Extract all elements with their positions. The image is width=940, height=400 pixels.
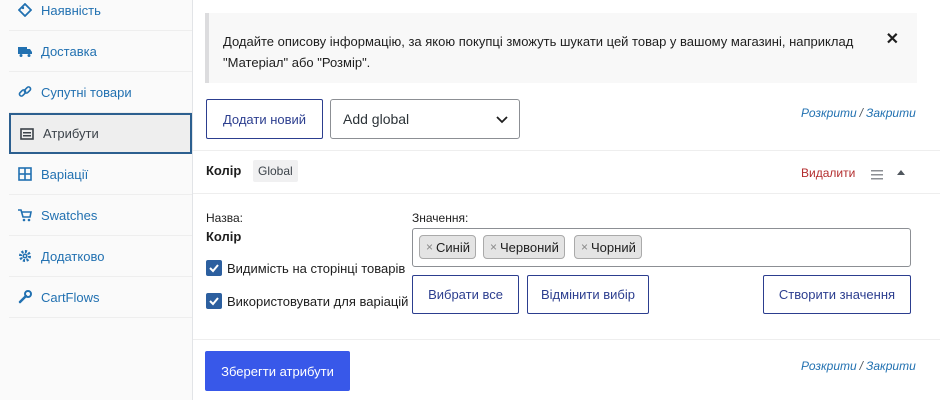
values-tag-input[interactable]: × Синій × Червоний × Чорний <box>412 228 911 267</box>
divider <box>193 193 940 194</box>
drag-handle-icon[interactable] <box>871 170 883 180</box>
add-global-select[interactable]: Add global <box>330 99 520 139</box>
sidebar-item-inventory[interactable]: Наявність <box>9 0 192 31</box>
sidebar-item-shipping[interactable]: Доставка <box>9 31 192 72</box>
value-tag: × Синій <box>419 235 476 259</box>
global-badge: Global <box>253 160 298 182</box>
name-label: Назва: <box>206 211 243 225</box>
expand-collapse-links-top: Розкрити / Закрити <box>801 106 916 120</box>
sidebar-item-label: Доставка <box>41 43 97 59</box>
product-data-sidebar: Наявність Доставка Супутні товари Атрибу… <box>0 0 193 400</box>
divider <box>193 150 940 151</box>
attribute-title: Колір <box>206 163 242 178</box>
info-notice: Додайте описову інформацію, за якою поку… <box>205 13 917 83</box>
cart-icon <box>18 208 32 222</box>
separator: / <box>859 359 864 373</box>
remove-tag-icon[interactable]: × <box>581 240 588 254</box>
sidebar-item-label: Варіації <box>41 166 89 182</box>
used-for-variations-checkbox-row[interactable]: Використовувати для варіацій <box>206 293 408 309</box>
gear-icon <box>18 249 32 263</box>
values-label: Значення: <box>412 211 469 225</box>
diamond-icon <box>18 3 32 17</box>
check-icon <box>209 297 219 306</box>
save-attributes-button[interactable]: Зберегти атрибути <box>205 351 350 391</box>
sidebar-item-label: Наявність <box>41 2 101 18</box>
value-tag-label: Чорний <box>591 239 636 255</box>
attributes-panel: Додайте описову інформацію, за якою поку… <box>193 0 940 400</box>
value-tag-label: Червоний <box>500 239 559 255</box>
remove-tag-icon[interactable]: × <box>490 240 497 254</box>
collapse-link[interactable]: Закрити <box>866 106 916 120</box>
visible-on-page-label: Видимість на сторінці товарів <box>227 260 406 276</box>
expand-collapse-links-bottom: Розкрити / Закрити <box>801 359 916 373</box>
collapse-link[interactable]: Закрити <box>866 359 916 373</box>
value-tag: × Чорний <box>574 235 642 259</box>
create-value-button[interactable]: Створити значення <box>763 275 911 314</box>
used-for-variations-label: Використовувати для варіацій <box>227 293 409 309</box>
name-value: Колір <box>206 229 242 244</box>
visible-on-page-checkbox[interactable] <box>206 260 222 276</box>
check-icon <box>209 264 219 273</box>
value-tag-label: Синій <box>436 239 470 255</box>
close-icon[interactable]: ✕ <box>886 29 899 50</box>
separator: / <box>859 106 864 120</box>
sidebar-item-variations[interactable]: Варіації <box>9 154 192 195</box>
delete-link[interactable]: Видалити <box>801 166 855 180</box>
select-all-button[interactable]: Вибрати все <box>412 275 519 314</box>
chevron-down-icon <box>496 116 508 124</box>
remove-tag-icon[interactable]: × <box>426 240 433 254</box>
link-icon <box>18 85 32 99</box>
sidebar-item-attributes[interactable]: Атрибути <box>9 113 192 154</box>
collapse-arrow-icon[interactable] <box>897 170 905 175</box>
wrench-icon <box>18 290 32 304</box>
sidebar-item-label: CartFlows <box>41 289 100 305</box>
sidebar-item-swatches[interactable]: Swatches <box>9 195 192 236</box>
expand-link[interactable]: Розкрити <box>801 359 857 373</box>
sidebar-item-label: Атрибути <box>43 126 99 141</box>
sidebar-item-advanced[interactable]: Додатково <box>9 236 192 277</box>
sidebar-item-cartflows[interactable]: CartFlows <box>9 277 192 318</box>
sidebar-item-linked-products[interactable]: Супутні товари <box>9 72 192 113</box>
grid-icon <box>18 167 32 181</box>
deselect-button[interactable]: Відмінити вибір <box>527 275 649 314</box>
used-for-variations-checkbox[interactable] <box>206 293 222 309</box>
truck-icon <box>18 44 32 58</box>
visible-on-page-checkbox-row[interactable]: Видимість на сторінці товарів <box>206 260 405 276</box>
select-value: Add global <box>343 111 410 127</box>
divider <box>193 339 940 340</box>
notice-text-line2: "Матеріал" або "Розмір". <box>223 55 371 70</box>
sidebar-item-label: Swatches <box>41 207 98 223</box>
list-icon <box>20 127 34 141</box>
sidebar-item-label: Супутні товари <box>41 84 132 100</box>
value-tag: × Червоний <box>483 235 565 259</box>
notice-text-line1: Додайте описову інформацію, за якою поку… <box>223 34 854 49</box>
expand-link[interactable]: Розкрити <box>801 106 857 120</box>
add-new-button[interactable]: Додати новий <box>206 99 323 139</box>
sidebar-item-label: Додатково <box>41 248 105 264</box>
